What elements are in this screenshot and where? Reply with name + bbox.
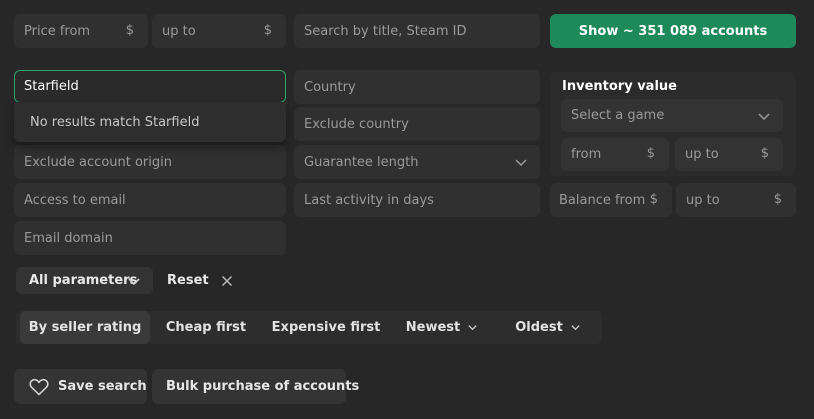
chevron-down-icon: [757, 109, 771, 127]
inventory-to-placeholder: up to: [685, 147, 719, 162]
save-search-label: Save search: [58, 379, 147, 394]
sort-cheap-first-label: Cheap first: [165, 320, 247, 335]
search-placeholder: Search by title, Steam ID: [304, 23, 467, 39]
save-search-button[interactable]: Save search: [14, 369, 147, 404]
game-search-dropdown: No results match Starfield: [14, 102, 286, 142]
sort-oldest-label: Oldest: [515, 320, 563, 335]
sort-by-seller-rating-label: By seller rating: [28, 320, 142, 335]
sort-expensive-first[interactable]: Expensive first: [268, 311, 384, 344]
sort-by-seller-rating[interactable]: By seller rating: [20, 311, 150, 344]
price-from-placeholder: Price from: [24, 23, 91, 39]
search-input[interactable]: Search by title, Steam ID: [294, 14, 540, 48]
no-results-text: No results match Starfield: [30, 114, 200, 130]
access-to-email-select[interactable]: Access to email: [14, 183, 286, 217]
sort-oldest[interactable]: Oldest: [508, 311, 588, 344]
balance-to-placeholder: up to: [686, 192, 720, 208]
sort-newest-label: Newest: [405, 320, 461, 335]
sort-newest[interactable]: Newest: [400, 311, 484, 344]
price-to-currency: $: [263, 23, 272, 38]
chevron-down-icon: [127, 274, 141, 292]
balance-from-currency: $: [649, 192, 658, 207]
sort-expensive-first-label: Expensive first: [271, 320, 381, 335]
inventory-from-placeholder: from: [571, 147, 602, 162]
price-to-placeholder: up to: [162, 23, 196, 39]
sort-cheap-first[interactable]: Cheap first: [158, 311, 254, 344]
guarantee-length-label: Guarantee length: [304, 154, 419, 170]
game-search-value: Starfield: [24, 79, 79, 94]
country-label: Country: [304, 79, 356, 95]
inventory-from-input[interactable]: from $: [561, 138, 669, 171]
all-parameters-label: All parameters: [29, 273, 138, 288]
bulk-purchase-button[interactable]: Bulk purchase of accounts: [152, 369, 359, 404]
email-domain-label: Email domain: [24, 230, 113, 246]
bulk-purchase-label: Bulk purchase of accounts: [166, 379, 360, 394]
inventory-to-input[interactable]: up to $: [675, 138, 783, 171]
sort-bar: By seller rating Cheap first Expensive f…: [16, 311, 602, 344]
reset-button[interactable]: Reset: [167, 267, 233, 294]
game-search-input[interactable]: Starfield: [14, 70, 286, 103]
chevron-down-icon: [514, 155, 528, 173]
all-parameters-button[interactable]: All parameters: [16, 267, 153, 294]
price-to-input[interactable]: up to $: [152, 14, 286, 48]
chevron-down-icon: [467, 322, 478, 333]
inventory-value-title: Inventory value: [562, 79, 677, 94]
country-select[interactable]: Country: [294, 70, 540, 104]
inventory-game-label: Select a game: [571, 108, 665, 123]
balance-from-input[interactable]: Balance from $: [550, 183, 672, 217]
exclude-account-origin-select[interactable]: Exclude account origin: [14, 145, 286, 179]
show-accounts-label: Show ~ 351 089 accounts: [578, 23, 768, 39]
access-to-email-label: Access to email: [24, 192, 126, 208]
last-activity-label: Last activity in days: [304, 192, 434, 208]
price-from-currency: $: [125, 23, 134, 38]
inventory-from-currency: $: [646, 146, 655, 161]
close-icon: [221, 275, 233, 287]
inventory-game-select[interactable]: Select a game: [561, 99, 783, 132]
exclude-country-select[interactable]: Exclude country: [294, 107, 540, 141]
show-accounts-button[interactable]: Show ~ 351 089 accounts: [550, 14, 796, 48]
last-activity-input[interactable]: Last activity in days: [294, 183, 540, 217]
inventory-to-currency: $: [760, 146, 769, 161]
price-from-input[interactable]: Price from $: [14, 14, 148, 48]
exclude-country-label: Exclude country: [304, 116, 409, 132]
exclude-account-origin-label: Exclude account origin: [24, 154, 172, 170]
balance-from-placeholder: Balance from: [559, 192, 646, 208]
heart-icon: [29, 378, 49, 396]
balance-to-input[interactable]: up to $: [676, 183, 796, 217]
chevron-down-icon: [570, 322, 581, 333]
guarantee-length-select[interactable]: Guarantee length: [294, 145, 540, 179]
email-domain-input[interactable]: Email domain: [14, 221, 286, 255]
reset-label: Reset: [167, 273, 209, 288]
balance-to-currency: $: [773, 192, 782, 207]
